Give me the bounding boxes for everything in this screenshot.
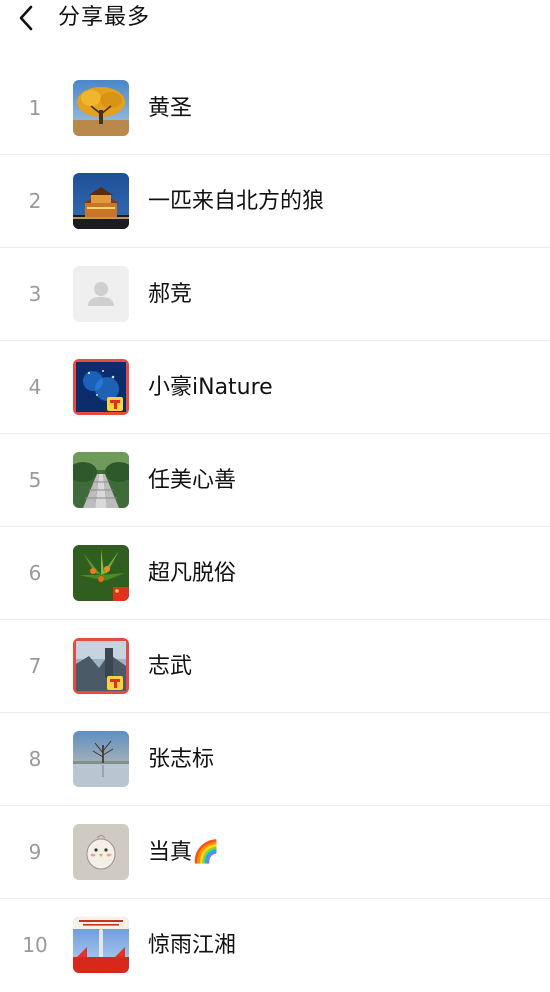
rank-number: 5 [28,468,42,492]
avatar-lake-tree[interactable] [73,731,129,787]
top-bar: 分享最多 [0,0,550,40]
avatar-cartoon-chick[interactable] [73,824,129,880]
list-item[interactable]: 9 当真🌈 [0,806,550,899]
avatar-bridge-path[interactable] [73,452,129,508]
rank-number: 9 [28,840,42,864]
user-name: 任美心善 [148,468,237,493]
user-name: 惊雨江湘 [148,933,237,958]
user-name: 超凡脱俗 [148,561,237,586]
avatar-default-person-icon[interactable] [73,266,129,322]
rank-number: 2 [28,189,42,213]
avatar-golden-tree[interactable] [73,80,129,136]
page-title: 分享最多 [58,5,151,30]
avatar-night-tower[interactable] [73,173,129,229]
list-item[interactable]: 1 黄圣 [0,62,550,155]
user-name: 郝竞 [148,282,193,307]
avatar-blue-70-badge[interactable] [73,359,129,415]
rank-number: 6 [28,561,42,585]
user-name: 一匹来自北方的狼 [148,189,325,214]
avatar-red-flags-poster[interactable] [73,917,129,973]
list-item[interactable]: 4 小豪iNature [0,341,550,434]
user-name: 当真🌈 [148,840,220,865]
list-item[interactable]: 5 任美心善 [0,434,550,527]
list-item[interactable]: 6 超凡脱俗 [0,527,550,620]
rank-number: 7 [28,654,42,678]
list-item[interactable]: 3 郝竞 [0,248,550,341]
list-item[interactable]: 10 惊雨江湘 [0,899,550,992]
user-name: 黄圣 [148,96,193,121]
share-ranking-screen: 分享最多 1 黄圣 2 一匹来自北方的狼 3 郝竞 4 小豪iNature 5 … [0,0,550,992]
chevron-left-icon [19,5,33,31]
ranking-list: 1 黄圣 2 一匹来自北方的狼 3 郝竞 4 小豪iNature 5 任美心善 … [0,62,550,992]
avatar-mountain-70-badge[interactable] [73,638,129,694]
rank-number: 1 [28,96,42,120]
rank-number: 8 [28,747,42,771]
list-item[interactable]: 2 一匹来自北方的狼 [0,155,550,248]
rank-number: 3 [28,282,42,306]
list-item[interactable]: 7 志武 [0,620,550,713]
rank-number: 4 [28,375,42,399]
list-item[interactable]: 8 张志标 [0,713,550,806]
user-name: 张志标 [148,747,215,772]
user-name: 小豪iNature [148,375,273,400]
avatar-plant-flag[interactable] [73,545,129,601]
rank-number: 10 [22,933,48,957]
back-button[interactable] [10,2,42,34]
user-name: 志武 [148,654,193,679]
